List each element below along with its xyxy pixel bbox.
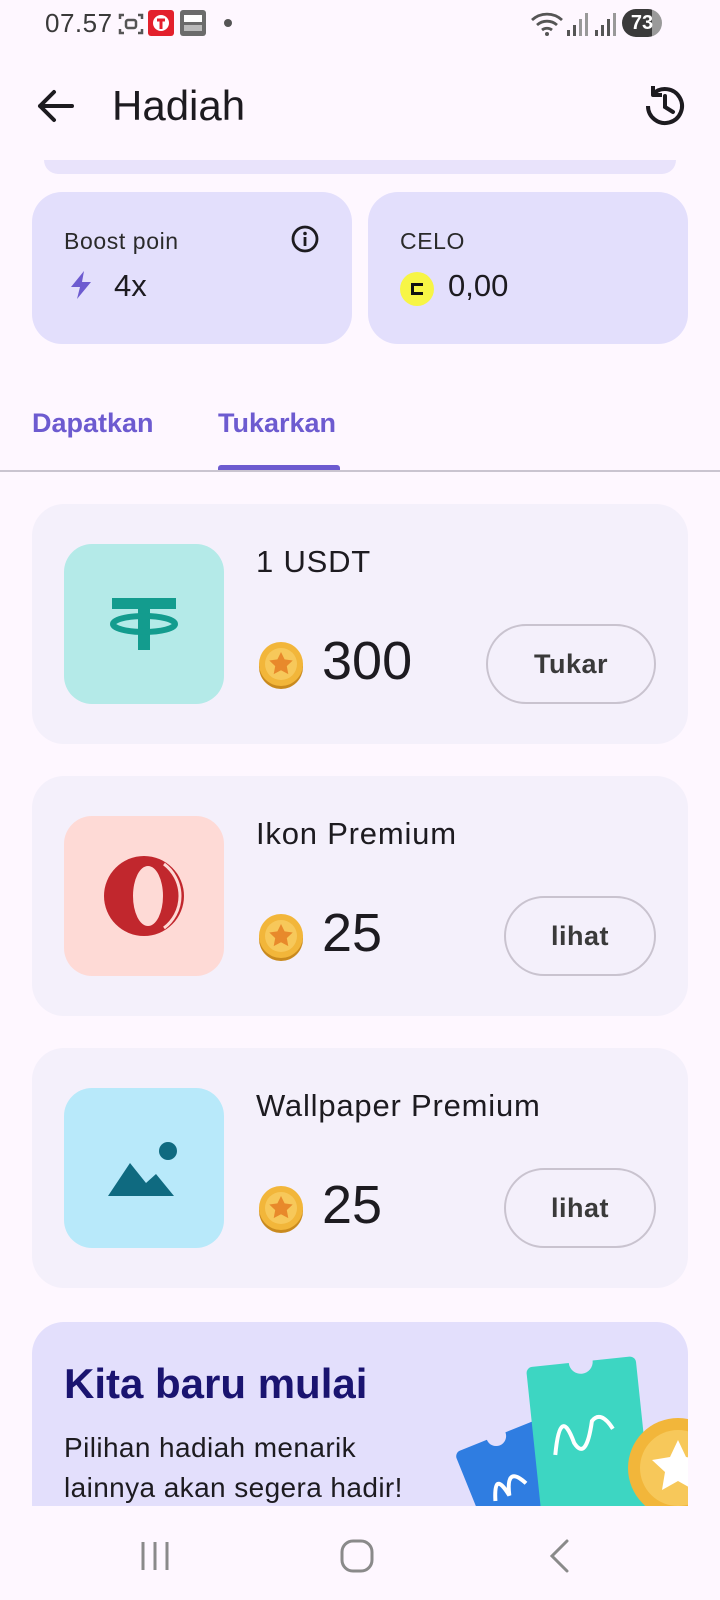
lihat-button[interactable]: lihat bbox=[504, 896, 656, 976]
notification-dot bbox=[224, 19, 232, 27]
celo-value: 0,00 bbox=[448, 268, 509, 303]
promo-text: Pilihan hadiah menarik lainnya akan sege… bbox=[64, 1432, 403, 1503]
page-title: Hadiah bbox=[112, 82, 246, 129]
reward-thumb bbox=[64, 544, 224, 704]
tether-icon bbox=[110, 598, 178, 650]
status-time: 07.57 bbox=[45, 8, 113, 38]
battery-icon: 73 bbox=[622, 9, 662, 37]
status-bar: 07.57 73 bbox=[0, 0, 720, 48]
scrolled-card-edge bbox=[44, 160, 676, 174]
wifi-icon bbox=[531, 12, 563, 36]
tab-tukarkan[interactable]: Tukarkan bbox=[218, 408, 336, 439]
celo-label: CELO bbox=[400, 228, 466, 254]
boost-card: Boost poin 4x bbox=[32, 192, 352, 344]
coin-icon bbox=[259, 1186, 303, 1233]
tab-bar: Dapatkan Tukarkan bbox=[0, 388, 720, 472]
opera-icon bbox=[104, 856, 184, 936]
reward-card-wallpaper-premium: Wallpaper Premium 25 lihat bbox=[32, 1048, 688, 1288]
reward-name: Ikon Premium bbox=[256, 816, 457, 851]
system-nav-bar bbox=[0, 1506, 720, 1600]
reward-card-usdt: 1 USDT 300 Tukar bbox=[32, 504, 688, 744]
lihat-button[interactable]: lihat bbox=[504, 1168, 656, 1248]
celo-icon bbox=[400, 272, 434, 306]
reward-price: 25 bbox=[322, 903, 383, 963]
screenshot-icon bbox=[118, 13, 144, 35]
reward-name: Wallpaper Premium bbox=[256, 1088, 541, 1123]
info-icon[interactable] bbox=[290, 224, 320, 254]
landscape-icon bbox=[108, 1142, 177, 1196]
reward-name: 1 USDT bbox=[256, 544, 372, 579]
home-icon[interactable] bbox=[327, 1526, 387, 1586]
signal-icon bbox=[595, 13, 616, 36]
tukar-button[interactable]: Tukar bbox=[486, 624, 656, 704]
history-icon[interactable] bbox=[638, 80, 690, 132]
ticket-illustration bbox=[456, 1349, 688, 1506]
arrow-back-icon[interactable] bbox=[30, 81, 80, 131]
reward-thumb bbox=[64, 1088, 224, 1248]
reward-price: 25 bbox=[322, 1175, 383, 1235]
app-bar: Hadiah bbox=[0, 56, 720, 156]
brimo-icon bbox=[180, 10, 206, 36]
coin-icon bbox=[259, 914, 303, 961]
reward-price: 300 bbox=[322, 631, 413, 691]
telkomsel-icon bbox=[148, 10, 174, 36]
promo-title: Kita baru mulai bbox=[64, 1360, 368, 1407]
boost-value: 4x bbox=[114, 268, 147, 303]
signal-icon bbox=[567, 13, 588, 36]
promo-banner: Kita baru mulai Pilihan hadiah menarik l… bbox=[32, 1322, 688, 1506]
recent-apps-icon[interactable] bbox=[125, 1526, 185, 1586]
back-icon[interactable] bbox=[530, 1526, 590, 1586]
celo-card: CELO 0,00 bbox=[368, 192, 688, 344]
coin-icon bbox=[259, 642, 303, 689]
bolt-icon bbox=[71, 271, 91, 299]
tab-dapatkan[interactable]: Dapatkan bbox=[32, 408, 154, 439]
reward-thumb bbox=[64, 816, 224, 976]
tab-indicator bbox=[218, 465, 340, 470]
boost-label: Boost poin bbox=[64, 228, 179, 254]
reward-card-ikon-premium: Ikon Premium 25 lihat bbox=[32, 776, 688, 1016]
